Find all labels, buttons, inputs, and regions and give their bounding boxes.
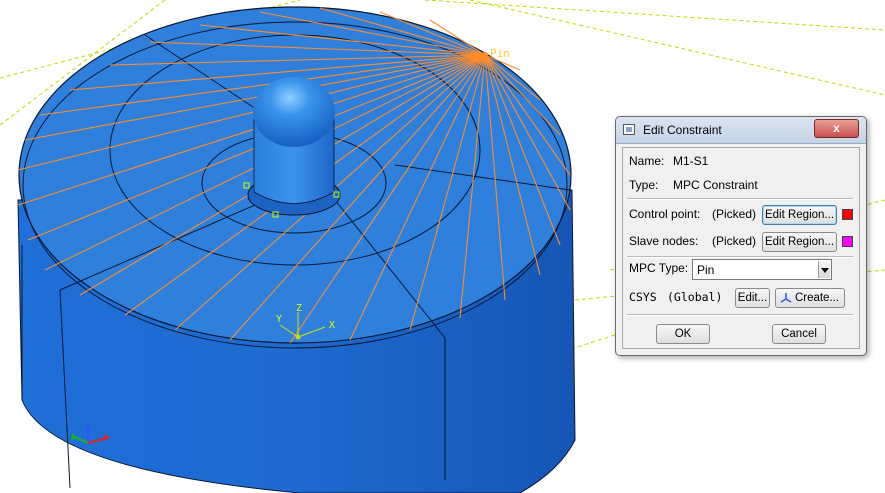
csys-create-icon xyxy=(780,292,792,304)
separator xyxy=(627,256,853,258)
csys-value: (Global) xyxy=(667,290,723,304)
window-icon xyxy=(623,124,635,135)
ok-button[interactable]: OK xyxy=(656,324,710,344)
reference-point xyxy=(482,52,488,58)
control-point-label: Control point: xyxy=(629,207,701,221)
cancel-button[interactable]: Cancel xyxy=(772,324,826,344)
mpc-type-select[interactable]: Pin xyxy=(692,259,832,280)
type-value: MPC Constraint xyxy=(673,178,758,192)
mpc-type-value: Pin xyxy=(697,263,715,277)
control-edit-region-button[interactable]: Edit Region... xyxy=(762,205,837,225)
constraint-label: Pin xyxy=(490,47,510,60)
slave-nodes-status: (Picked) xyxy=(712,234,757,248)
name-value: M1-S1 xyxy=(673,154,709,168)
separator xyxy=(627,314,853,316)
name-label: Name: xyxy=(629,154,665,168)
boss-dome xyxy=(253,77,335,147)
edit-constraint-dialog: Edit Constraint x Name: M1-S1 Type: MPC … xyxy=(615,116,867,356)
slave-color-swatch xyxy=(842,236,853,247)
dialog-body: Name: M1-S1 Type: MPC Constraint Control… xyxy=(622,147,860,349)
type-label: Type: xyxy=(629,178,659,192)
csys-edit-button[interactable]: Edit... xyxy=(735,288,770,308)
dialog-title: Edit Constraint xyxy=(643,123,722,137)
triad-label-x: X xyxy=(329,320,335,331)
slave-edit-region-button[interactable]: Edit Region... xyxy=(762,232,837,252)
close-button[interactable]: x xyxy=(814,119,859,138)
chevron-down-icon[interactable] xyxy=(818,261,830,278)
triad-label-y: Y xyxy=(276,314,282,325)
dialog-titlebar[interactable]: Edit Constraint x xyxy=(616,117,866,144)
slave-nodes-label: Slave nodes: xyxy=(629,234,699,248)
triad-label-z: Z xyxy=(296,303,302,314)
csys-label: CSYS xyxy=(629,290,657,304)
mpc-type-label: MPC Type: xyxy=(629,261,689,275)
csys-create-label: Create... xyxy=(794,292,840,304)
separator xyxy=(627,198,853,200)
csys-create-button[interactable]: Create... xyxy=(775,288,845,308)
control-point-status: (Picked) xyxy=(712,207,757,221)
control-color-swatch xyxy=(842,209,853,220)
